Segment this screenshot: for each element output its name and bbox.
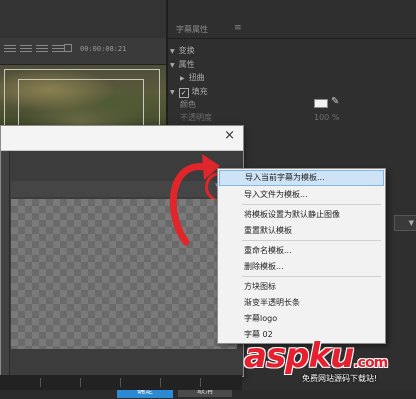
menu-separator — [242, 204, 381, 205]
eyedropper-icon[interactable]: ✎ — [331, 96, 339, 107]
props-title: 字幕属性 — [176, 25, 208, 34]
menu-item-import-file[interactable]: 导入文件为模板... — [219, 187, 384, 203]
collapse-triangle-icon: ▼ — [170, 89, 175, 96]
collapse-triangle-icon: ▼ — [170, 62, 175, 69]
align-center-icon[interactable] — [20, 45, 32, 55]
chevron-down-icon: ▼ — [408, 219, 414, 227]
template-list[interactable] — [1, 151, 10, 376]
menu-item-set-default-still[interactable]: 将模板设置为默认静止图像 — [219, 207, 384, 223]
video-preview — [0, 65, 166, 129]
prop-opacity-label: 不透明度 — [180, 113, 212, 122]
timecode: 00:00:08:21 — [80, 45, 127, 53]
align-justify-icon[interactable] — [52, 45, 64, 55]
menu-separator — [242, 240, 381, 241]
timeline-strip — [0, 375, 242, 390]
template-context-menu: 导入当前字幕为模板... 导入文件为模板... 将模板设置为默认静止图像 重置默… — [217, 168, 386, 344]
opacity-value[interactable]: 100 % — [314, 113, 339, 122]
menu-item-gradient-bar[interactable]: 渐变半透明长条 — [219, 295, 384, 311]
safe-area-icon[interactable] — [64, 44, 72, 52]
color-swatch[interactable] — [314, 99, 328, 108]
close-icon[interactable]: × — [224, 128, 235, 143]
prop-color-label: 颜色 — [180, 100, 196, 109]
menu-item-rename-template[interactable]: 重命名模板... — [219, 243, 384, 259]
prop-properties[interactable]: ▼ 属性 — [170, 59, 195, 70]
expand-triangle-icon: ▶ — [180, 75, 185, 82]
menu-separator — [242, 276, 381, 277]
prop-transform[interactable]: ▼ 变换 — [170, 45, 195, 56]
fill-checkbox[interactable]: ✓ — [178, 88, 189, 98]
prop-distort[interactable]: ▶ 扭曲 — [180, 72, 205, 83]
prop-fill[interactable]: ▼ ✓ 填充 — [170, 86, 208, 98]
editor-toolbar: 00:00:08:21 — [0, 38, 166, 65]
menu-item-delete-template[interactable]: 删除模板... — [219, 259, 384, 275]
menu-item-title-logo[interactable]: 字幕logo — [219, 311, 384, 327]
align-left-icon[interactable] — [4, 45, 16, 55]
props-header: 字幕属性 ≡ — [168, 0, 416, 39]
action-safe-frame — [18, 79, 144, 129]
menu-item-import-current-title[interactable]: 导入当前字幕为模板... — [219, 170, 384, 186]
collapse-triangle-icon: ▼ — [170, 48, 175, 55]
watermark-tagline: 免费网站源码下载站! — [302, 374, 378, 383]
align-right-icon[interactable] — [36, 45, 48, 55]
menu-item-reset-default[interactable]: 重置默认模板 — [219, 223, 384, 239]
side-dropdown[interactable]: ▼ — [394, 215, 416, 231]
red-arrow-annotation — [169, 154, 220, 246]
panel-menu-icon[interactable]: ≡ — [234, 23, 242, 33]
menu-item-square-icon[interactable]: 方块图标 — [219, 279, 384, 295]
watermark-logo: aspku.com — [244, 336, 388, 376]
